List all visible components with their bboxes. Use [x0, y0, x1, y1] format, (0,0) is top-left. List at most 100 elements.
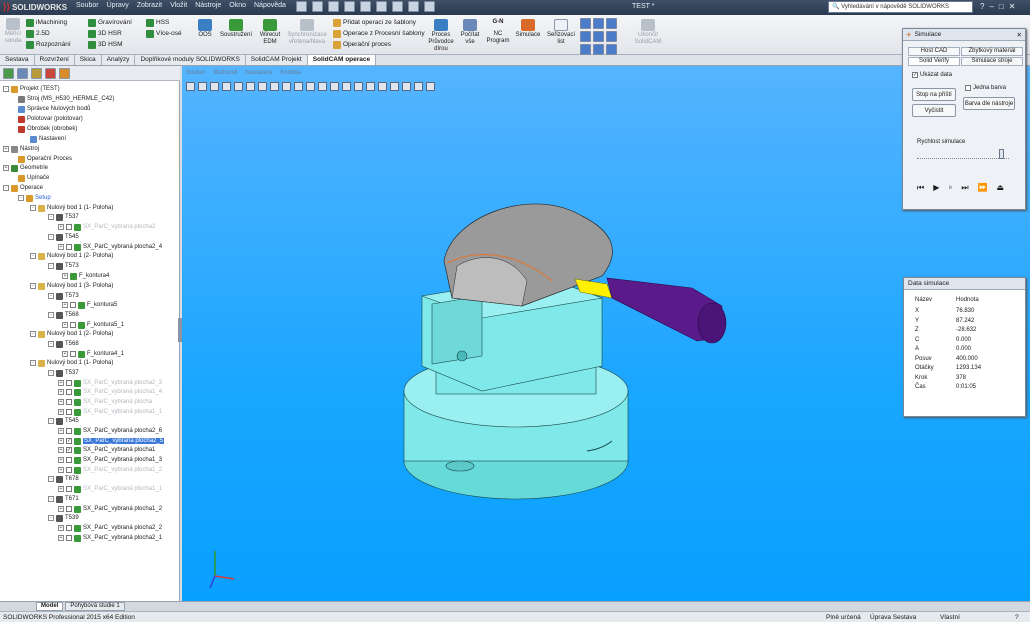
tree-node[interactable]: - T568: [48, 339, 79, 349]
view-icon-2[interactable]: [593, 18, 604, 29]
minimize-icon[interactable]: –: [989, 2, 993, 11]
axis-icon[interactable]: [402, 82, 411, 91]
zoom-window-icon[interactable]: [198, 82, 207, 91]
expand-toggle-icon[interactable]: -: [30, 253, 36, 259]
tree-checkbox[interactable]: [66, 399, 72, 405]
expand-toggle-icon[interactable]: -: [48, 263, 54, 269]
rotate-icon[interactable]: [222, 82, 231, 91]
expand-toggle-icon[interactable]: -: [3, 86, 9, 92]
expand-toggle-icon[interactable]: +: [3, 165, 9, 171]
jedna-barva-option[interactable]: Jedna barva: [965, 85, 1006, 91]
status-units[interactable]: Vlastní: [940, 614, 960, 621]
expand-toggle-icon[interactable]: +: [58, 399, 64, 405]
tab-skica[interactable]: Skica: [74, 55, 102, 65]
tree-node[interactable]: + SX_ParC_vybraná plocha1_1: [58, 484, 162, 494]
tab-host-cad[interactable]: Host CAD: [908, 47, 960, 56]
view-top-icon[interactable]: [282, 82, 291, 91]
tree-node[interactable]: - Setup: [18, 193, 51, 203]
tree-checkbox[interactable]: [66, 244, 72, 250]
expand-toggle-icon[interactable]: +: [58, 438, 64, 444]
jedna-barva-checkbox[interactable]: [965, 85, 971, 91]
tab-solid-verify[interactable]: Solid Verify: [908, 57, 960, 66]
ukazat-data-checkbox[interactable]: ✓: [912, 72, 918, 78]
tree-node[interactable]: Nastavení: [30, 134, 66, 144]
tree-node[interactable]: - Nulový bod 1 (2- Poloha): [30, 251, 113, 261]
operace-z-sablony-button[interactable]: Operace z Procesní šablony: [333, 28, 425, 39]
view-icon-9[interactable]: [606, 44, 617, 55]
speed-slider[interactable]: [917, 149, 1009, 159]
expand-toggle-icon[interactable]: -: [48, 234, 54, 240]
end-icon[interactable]: ⏩: [978, 183, 988, 193]
cam-menu-moznosti[interactable]: Možnosti: [213, 70, 237, 76]
menu-vlozit[interactable]: Vložit: [170, 2, 187, 9]
tree-node[interactable]: + SX_ParC_vybraná plocha2_2: [58, 523, 162, 533]
view-icon-6[interactable]: [606, 31, 617, 42]
gravirovani-button[interactable]: Gravírování: [88, 17, 132, 28]
tree-node[interactable]: - Operace: [3, 183, 43, 193]
expand-toggle-icon[interactable]: -: [30, 360, 36, 366]
dimxpert-icon[interactable]: [45, 68, 56, 79]
save-icon[interactable]: [328, 1, 339, 12]
expand-toggle-icon[interactable]: +: [62, 322, 68, 328]
zoom-icon[interactable]: [234, 82, 243, 91]
ukoncit-solidcam-button[interactable]: Ukončit SolidCAM: [630, 19, 666, 46]
zoom-fit-icon[interactable]: [186, 82, 195, 91]
cam-menu-kontola[interactable]: Kontola: [280, 70, 300, 76]
view-icon-5[interactable]: [593, 31, 604, 42]
stop-na-pristi-button[interactable]: Stop na příští: [912, 88, 956, 101]
expand-toggle-icon[interactable]: +: [58, 535, 64, 541]
tree-node[interactable]: - T568: [48, 310, 79, 320]
vice-ose-button[interactable]: Více-osé: [146, 28, 182, 39]
tree-node[interactable]: + SX_ParC_vybraná plocha: [58, 397, 152, 407]
view-icon-4[interactable]: [580, 31, 591, 42]
tab-doplnkove-moduly[interactable]: Doplňkové moduly SOLIDWORKS: [135, 55, 246, 65]
expand-toggle-icon[interactable]: +: [58, 447, 64, 453]
expand-toggle-icon[interactable]: +: [58, 486, 64, 492]
expand-toggle-icon[interactable]: +: [58, 457, 64, 463]
tree-node[interactable]: - T539: [48, 513, 79, 523]
expand-toggle-icon[interactable]: +: [58, 525, 64, 531]
2-5d-button[interactable]: 2.5D: [26, 28, 71, 39]
expand-toggle-icon[interactable]: -: [48, 293, 54, 299]
tree-checkbox[interactable]: ✓: [66, 447, 72, 453]
light-icon[interactable]: [354, 82, 363, 91]
expand-toggle-icon[interactable]: +: [58, 506, 64, 512]
target-icon[interactable]: [378, 82, 387, 91]
tree-checkbox[interactable]: [66, 457, 72, 463]
tree-node[interactable]: + SX_ParC_vybraná plocha1_4: [58, 387, 162, 397]
tab-solidcam-operace[interactable]: SolidCAM operace: [307, 55, 377, 65]
expand-toggle-icon[interactable]: -: [18, 195, 24, 201]
menu-napoveda[interactable]: Nápověda: [254, 2, 286, 9]
expand-toggle-icon[interactable]: +: [58, 409, 64, 415]
simulation-close-icon[interactable]: ✕: [1017, 31, 1022, 39]
menu-soubor[interactable]: Soubor: [76, 2, 99, 9]
expand-toggle-icon[interactable]: -: [48, 341, 54, 347]
tree-node[interactable]: + SX_ParC_vybraná plocha1_3: [58, 455, 162, 465]
tab-solidcam-projekt[interactable]: SolidCAM Projekt: [245, 55, 308, 65]
expand-toggle-icon[interactable]: -: [30, 205, 36, 211]
menu-nastroje[interactable]: Nástroje: [195, 2, 221, 9]
tab-sestava[interactable]: Sestava: [0, 55, 35, 65]
menu-upravy[interactable]: Úpravy: [107, 2, 129, 9]
tree-node[interactable]: - T537: [48, 368, 79, 378]
holder-display-icon[interactable]: [342, 82, 351, 91]
expand-toggle-icon[interactable]: +: [3, 146, 9, 152]
new-icon[interactable]: [296, 1, 307, 12]
tree-node[interactable]: - Nulový bod 1 (1- Poloha): [30, 358, 113, 368]
gouge-icon[interactable]: [426, 82, 435, 91]
options-icon[interactable]: [424, 1, 435, 12]
expand-toggle-icon[interactable]: +: [62, 302, 68, 308]
expand-toggle-icon[interactable]: +: [62, 273, 68, 279]
shaded-icon[interactable]: [306, 82, 315, 91]
synchronizace-button[interactable]: Synchronizace vřetena/hlava: [285, 19, 329, 46]
tree-node[interactable]: + F_kontura4: [62, 271, 109, 281]
tab-analyzy[interactable]: Analýzy: [101, 55, 136, 65]
solidworks-logo[interactable]: ⟩⟩ SOLIDWORKS: [3, 2, 67, 13]
cam-menu-soubor[interactable]: Soubor: [186, 70, 205, 76]
probe-button[interactable]: Měřicí sonda: [2, 18, 24, 45]
menu-okno[interactable]: Okno: [229, 2, 246, 9]
view-icon-3[interactable]: [606, 18, 617, 29]
help-search-input[interactable]: 🔍 Vyhledávání v nápovědě SOLIDWORKS: [828, 1, 973, 13]
oos-button[interactable]: OOS: [196, 19, 214, 39]
simulace-button[interactable]: Simulace: [514, 19, 542, 39]
